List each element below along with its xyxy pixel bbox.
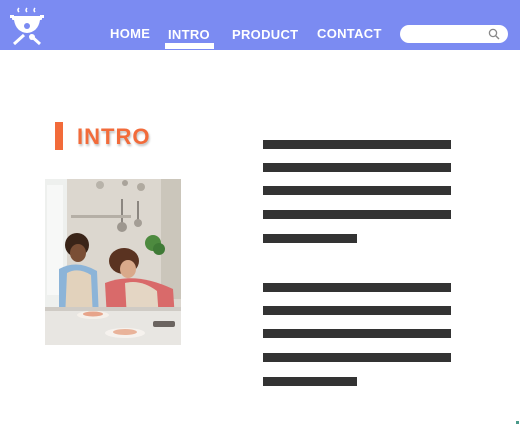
text-line	[263, 163, 451, 172]
section-title: INTRO	[77, 124, 151, 149]
nav-contact[interactable]: CONTACT	[317, 26, 382, 41]
text-line	[263, 353, 451, 362]
nav-home[interactable]: HOME	[110, 26, 150, 41]
search-icon[interactable]	[488, 28, 500, 40]
nav-active-indicator	[165, 43, 214, 49]
text-line	[263, 377, 357, 386]
text-line	[263, 329, 451, 338]
cooking-pot-logo-icon[interactable]	[10, 6, 52, 48]
text-line	[263, 210, 451, 219]
nav-intro[interactable]: INTRO	[168, 27, 210, 42]
text-line	[263, 186, 451, 195]
text-line	[263, 140, 451, 149]
corner-dot	[516, 421, 519, 424]
section-accent-bar	[55, 122, 63, 150]
text-line	[263, 234, 357, 243]
nav-product[interactable]: PRODUCT	[232, 27, 298, 42]
intro-photo	[45, 179, 181, 345]
header: HOME INTRO PRODUCT CONTACT	[0, 0, 520, 50]
text-line	[263, 283, 451, 292]
text-line	[263, 306, 451, 315]
search-input[interactable]	[410, 26, 486, 42]
search-box[interactable]	[400, 25, 508, 43]
